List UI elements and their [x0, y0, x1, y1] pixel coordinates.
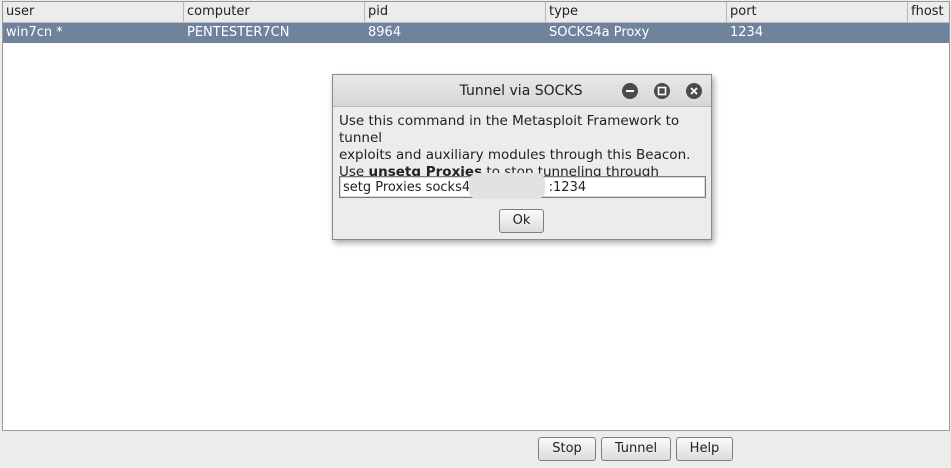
- ok-button[interactable]: Ok: [499, 209, 544, 233]
- cell-type: SOCKS4a Proxy: [549, 25, 650, 40]
- column-header-pid[interactable]: pid: [365, 2, 546, 22]
- cell-computer: PENTESTER7CN: [187, 25, 290, 40]
- maximize-icon[interactable]: [654, 83, 670, 99]
- table-row[interactable]: win7cn * PENTESTER7CN 8964 SOCKS4a Proxy…: [3, 23, 949, 43]
- column-header-user[interactable]: user: [3, 2, 184, 22]
- cell-port: 1234: [730, 25, 764, 40]
- dialog-title-bar[interactable]: Tunnel via SOCKS: [333, 75, 711, 107]
- column-header-type[interactable]: type: [546, 2, 727, 22]
- tunnel-dialog: Tunnel via SOCKS Use this command in the…: [332, 74, 712, 240]
- help-button[interactable]: Help: [676, 437, 733, 461]
- cell-user: win7cn *: [6, 25, 63, 40]
- message-line-1: Use this command in the Metasploit Frame…: [339, 113, 680, 146]
- cell-pid: 8964: [368, 25, 402, 40]
- close-icon[interactable]: [686, 83, 702, 99]
- table-header: user computer pid type port fhost: [3, 2, 949, 23]
- column-header-port[interactable]: port: [727, 2, 908, 22]
- minimize-icon[interactable]: [622, 83, 638, 99]
- redacted-ip-blur: [469, 173, 545, 199]
- stop-button[interactable]: Stop: [538, 437, 596, 461]
- message-line-2: exploits and auxiliary modules through t…: [339, 147, 691, 163]
- column-header-fhost[interactable]: fhost: [908, 2, 949, 22]
- column-header-computer[interactable]: computer: [184, 2, 365, 22]
- dialog-title: Tunnel via SOCKS: [459, 83, 583, 99]
- tunnel-button[interactable]: Tunnel: [601, 437, 671, 461]
- cell-fhost: [908, 23, 949, 43]
